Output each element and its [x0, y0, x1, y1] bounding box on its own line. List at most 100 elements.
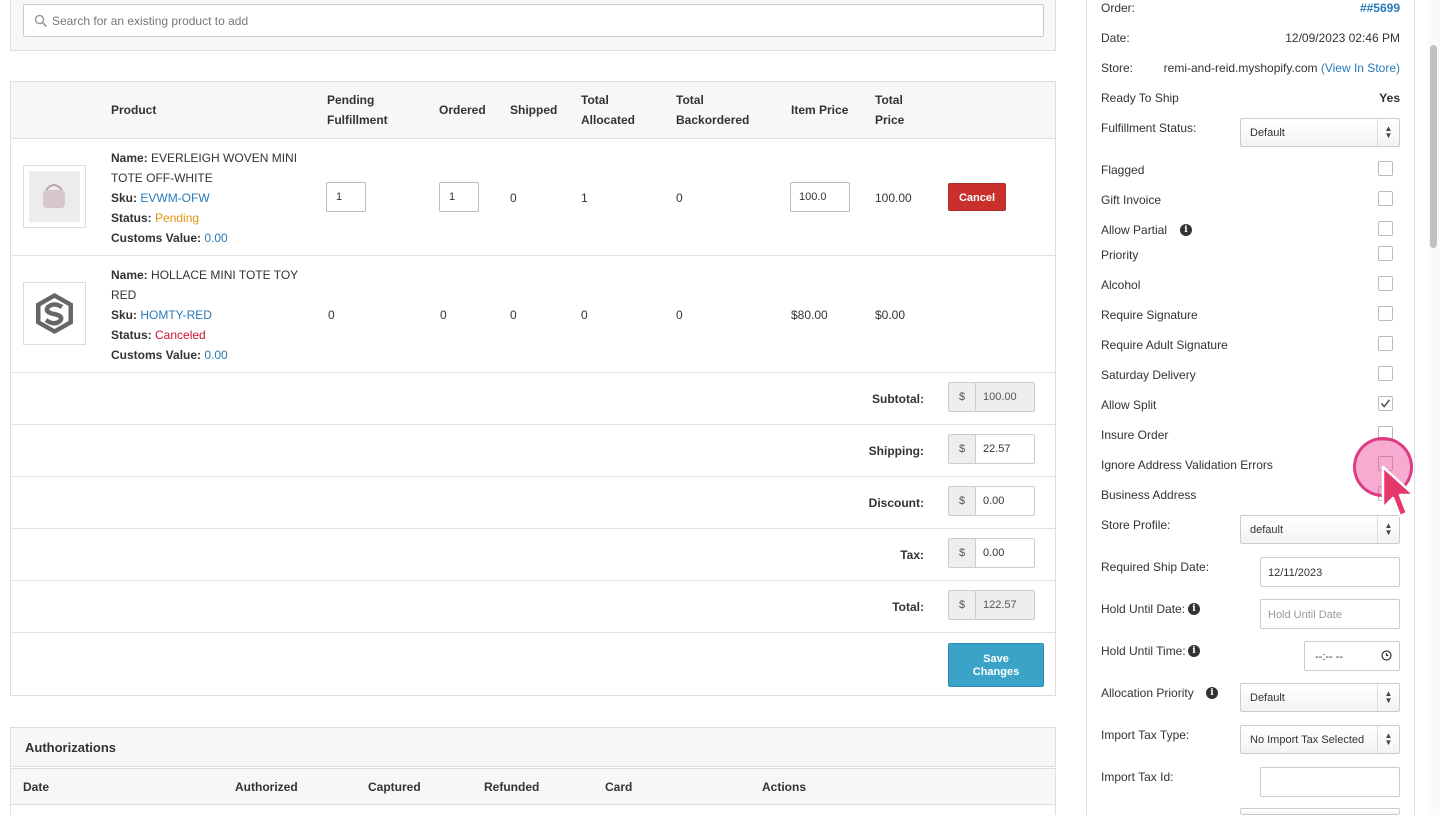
clock-icon[interactable] — [1381, 650, 1392, 661]
priority-checkbox[interactable] — [1378, 246, 1393, 261]
product-search-box[interactable] — [23, 4, 1044, 37]
alcohol-checkbox[interactable] — [1378, 276, 1393, 291]
product-search-input[interactable] — [52, 5, 1032, 36]
pending-fulfillment-input[interactable]: 1 — [326, 182, 366, 212]
shipped-value: 0 — [510, 308, 517, 322]
discount-input[interactable]: $0.00 — [948, 486, 1035, 516]
item-price-value: $80.00 — [791, 308, 828, 322]
require-signature-checkbox[interactable] — [1378, 306, 1393, 321]
tax-input[interactable]: $0.00 — [948, 538, 1035, 568]
row-divider — [11, 580, 1055, 581]
product-thumbnail[interactable] — [23, 282, 86, 345]
subtotal-field: $100.00 — [948, 382, 1035, 412]
allow-partial-checkbox[interactable] — [1378, 221, 1393, 236]
item-price-input[interactable]: 100.0 — [790, 182, 850, 212]
auth-col-actions: Actions — [762, 780, 807, 794]
hold-until-time-input[interactable]: --:-- -- — [1304, 641, 1400, 671]
product-name: EVERLEIGH WOVEN MINI — [151, 151, 298, 165]
total-price-value: 100.00 — [875, 191, 912, 205]
allow-split-checkbox[interactable] — [1378, 396, 1393, 411]
select-arrows-icon: ▲ ▼ — [1377, 684, 1399, 711]
header-total-price: Total Price — [875, 93, 905, 127]
header-item-price: Item Price — [791, 103, 849, 117]
product-thumbnail[interactable] — [23, 165, 86, 228]
allocation-priority-select[interactable]: Default ▲ ▼ — [1240, 683, 1400, 712]
info-icon[interactable]: i — [1180, 224, 1192, 236]
shipstation-logo-icon — [36, 293, 73, 334]
product-sku-link[interactable]: EVWM-OFW — [140, 191, 209, 205]
order-date: 12/09/2023 02:46 PM — [1285, 31, 1400, 45]
import-tax-id-label: Import Tax Id: — [1101, 770, 1174, 784]
total-field: $122.57 — [948, 590, 1035, 620]
authorizations-table-header: Date Authorized Captured Refunded Card A… — [10, 768, 1056, 805]
store-profile-select[interactable]: default ▲ ▼ — [1240, 515, 1400, 544]
gift-invoice-checkbox[interactable] — [1378, 191, 1393, 206]
flag-label-gift-invoice: Gift Invoice — [1101, 193, 1162, 207]
flag-label-allow-split: Allow Split — [1101, 398, 1157, 412]
tote-bag-icon — [29, 171, 80, 222]
hold-until-date-label: Hold Until Date: — [1101, 602, 1186, 616]
required-ship-date-input[interactable]: 12/11/2023 — [1260, 557, 1400, 587]
view-in-store-link[interactable]: (View In Store) — [1321, 61, 1400, 75]
cancel-item-button[interactable]: Cancel — [948, 183, 1006, 211]
shipped-value: 0 — [510, 191, 517, 205]
pending-value: 0 — [328, 308, 335, 322]
ordered-input[interactable]: 1 — [439, 182, 479, 212]
allocated-value: 0 — [581, 308, 588, 322]
fulfillment-status-select[interactable]: Default ▲ ▼ — [1240, 118, 1400, 147]
shipping-label: Shipping: — [868, 444, 924, 458]
save-changes-button[interactable]: Save Changes — [948, 643, 1044, 687]
store-profile-label: Store Profile: — [1101, 518, 1171, 532]
order-number-link[interactable]: ##5699 — [1300, 1, 1400, 15]
customs-value-link[interactable]: 0.00 — [204, 231, 227, 245]
flag-label-alcohol: Alcohol — [1101, 278, 1141, 292]
store-value: remi-and-reid.myshopify.com (View In Sto… — [1163, 61, 1400, 75]
auth-col-authorized: Authorized — [235, 780, 298, 794]
search-icon — [34, 14, 48, 28]
info-icon[interactable]: i — [1188, 603, 1200, 615]
ready-to-ship-value: Yes — [1379, 91, 1400, 105]
auth-col-captured: Captured — [368, 780, 421, 794]
flagged-checkbox[interactable] — [1378, 161, 1393, 176]
flag-label-insure-order: Insure Order — [1101, 428, 1169, 442]
subtotal-label: Subtotal: — [872, 392, 924, 406]
import-tax-type-select[interactable]: No Import Tax Selected ▲ ▼ — [1240, 725, 1400, 754]
total-label: Total: — [892, 600, 924, 614]
checkmark-icon — [1380, 399, 1391, 408]
header-pending-fulfillment: Pending Fulfillment — [327, 93, 388, 127]
store-label: Store: — [1101, 61, 1134, 75]
total-price-value: $0.00 — [875, 308, 906, 322]
authorizations-table-body — [10, 805, 1056, 815]
flag-label-business-address: Business Address — [1101, 488, 1197, 502]
product-name: HOLLACE MINI TOTE TOY — [151, 268, 299, 282]
info-icon[interactable]: i — [1188, 645, 1200, 657]
auth-col-card: Card — [605, 780, 633, 794]
fulfillment-status-label: Fulfillment Status: — [1101, 121, 1197, 135]
tax-label: Tax: — [900, 548, 924, 562]
shipping-input[interactable]: $22.57 — [948, 434, 1035, 464]
flag-label-ignore-address-validation: Ignore Address Validation Errors — [1101, 458, 1273, 472]
authorizations-title: Authorizations — [25, 740, 116, 755]
customs-value-link[interactable]: 0.00 — [204, 348, 227, 362]
discount-label: Discount: — [868, 496, 924, 510]
scrollbar-thumb[interactable] — [1430, 45, 1437, 248]
next-select-partial[interactable] — [1240, 808, 1400, 815]
info-icon[interactable]: i — [1206, 687, 1218, 699]
row-divider — [11, 632, 1055, 633]
allocation-priority-label: Allocation Priority — [1101, 686, 1194, 700]
allocated-value: 1 — [581, 191, 588, 205]
saturday-delivery-checkbox[interactable] — [1378, 366, 1393, 381]
require-adult-signature-checkbox[interactable] — [1378, 336, 1393, 351]
row-divider — [11, 372, 1055, 373]
auth-col-refunded: Refunded — [484, 780, 540, 794]
product-sku-link[interactable]: HOMTY-RED — [140, 308, 212, 322]
backordered-value: 0 — [676, 308, 683, 322]
date-label: Date: — [1101, 31, 1130, 45]
import-tax-id-input[interactable] — [1260, 767, 1400, 797]
backordered-value: 0 — [676, 191, 683, 205]
product-info: Name: EVERLEIGH WOVEN MINI TOTE OFF-WHIT… — [111, 151, 298, 245]
required-ship-date-label: Required Ship Date: — [1101, 560, 1210, 574]
flag-label-saturday-delivery: Saturday Delivery — [1101, 368, 1196, 382]
select-arrows-icon: ▲ ▼ — [1377, 726, 1399, 753]
hold-until-date-input[interactable]: Hold Until Date — [1260, 599, 1400, 629]
